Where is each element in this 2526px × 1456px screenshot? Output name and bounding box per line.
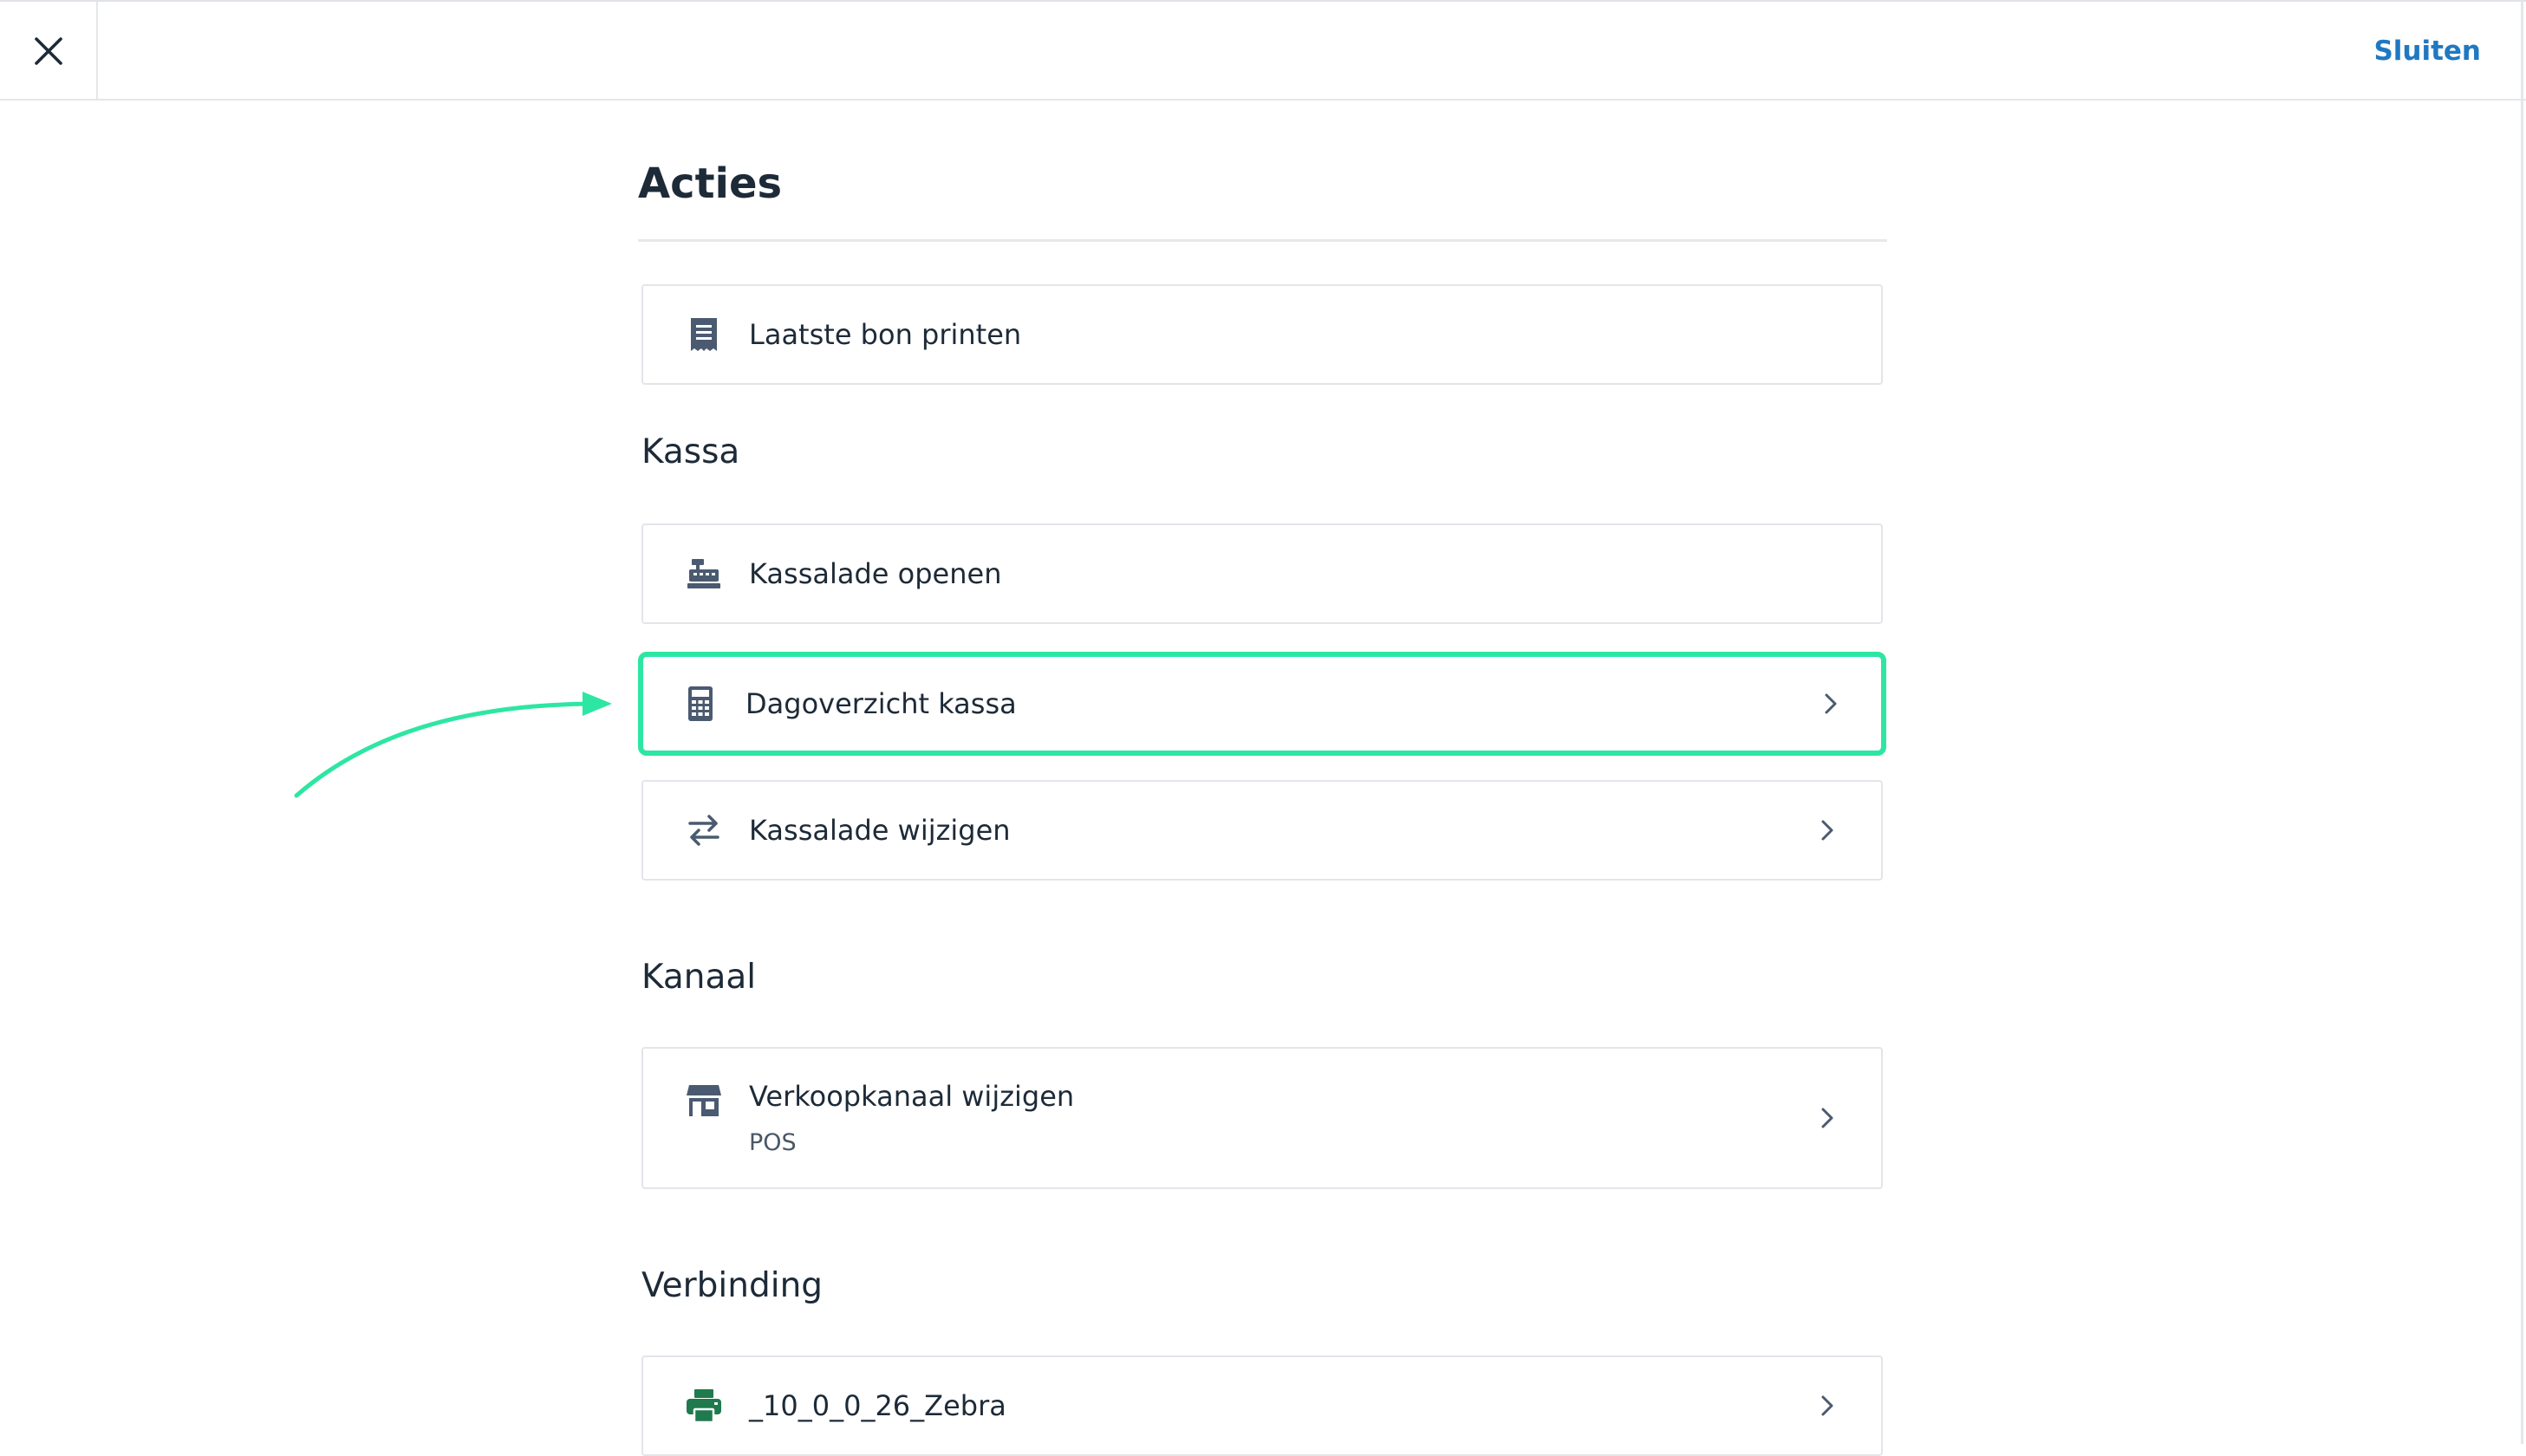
- cash-register-icon: [685, 555, 723, 593]
- change-sales-channel-label: Verkoopkanaal wijzigen: [749, 1080, 1075, 1113]
- store-icon: [685, 1082, 723, 1120]
- daily-overview-card[interactable]: Dagoverzicht kassa: [638, 652, 1886, 756]
- printer-icon: [685, 1387, 723, 1425]
- receipt-icon: [685, 315, 723, 354]
- section-title-verbinding: Verbinding: [641, 1266, 824, 1305]
- section-title-kassa: Kassa: [641, 432, 740, 471]
- chevron-right-icon: [1821, 1108, 1833, 1128]
- section-title-kanaal: Kanaal: [641, 958, 757, 997]
- page-title: Acties: [638, 159, 783, 208]
- chevron-right-icon: [1821, 820, 1833, 841]
- close-icon: [34, 37, 62, 65]
- daily-overview-label: Dagoverzicht kassa: [745, 687, 1017, 720]
- open-cash-drawer-card[interactable]: Kassalade openen: [641, 523, 1883, 624]
- change-cash-drawer-label: Kassalade wijzigen: [749, 814, 1011, 847]
- sluiten-button[interactable]: Sluiten: [2373, 2, 2481, 101]
- print-last-receipt-card[interactable]: Laatste bon printen: [641, 284, 1883, 385]
- chevron-right-icon: [1825, 693, 1837, 714]
- pointer-arrow-annotation: [294, 692, 612, 798]
- open-cash-drawer-label: Kassalade openen: [749, 557, 1002, 590]
- title-divider: [638, 239, 1887, 242]
- actions-panel: Acties Laatste bon printen Kassa Kassala…: [638, 0, 1887, 1456]
- change-cash-drawer-card[interactable]: Kassalade wijzigen: [641, 780, 1883, 881]
- chevron-right-icon: [1821, 1395, 1833, 1416]
- swap-arrows-icon: [685, 811, 723, 849]
- close-button[interactable]: [0, 2, 98, 101]
- print-last-receipt-label: Laatste bon printen: [749, 318, 1022, 351]
- change-sales-channel-card[interactable]: Verkoopkanaal wijzigen POS: [641, 1047, 1883, 1189]
- calculator-icon: [681, 685, 719, 723]
- current-channel-value: POS: [749, 1129, 797, 1156]
- right-edge-divider: [2521, 0, 2523, 1444]
- printer-name-label: _10_0_0_26_Zebra: [749, 1389, 1006, 1422]
- printer-connection-card[interactable]: _10_0_0_26_Zebra: [641, 1355, 1883, 1456]
